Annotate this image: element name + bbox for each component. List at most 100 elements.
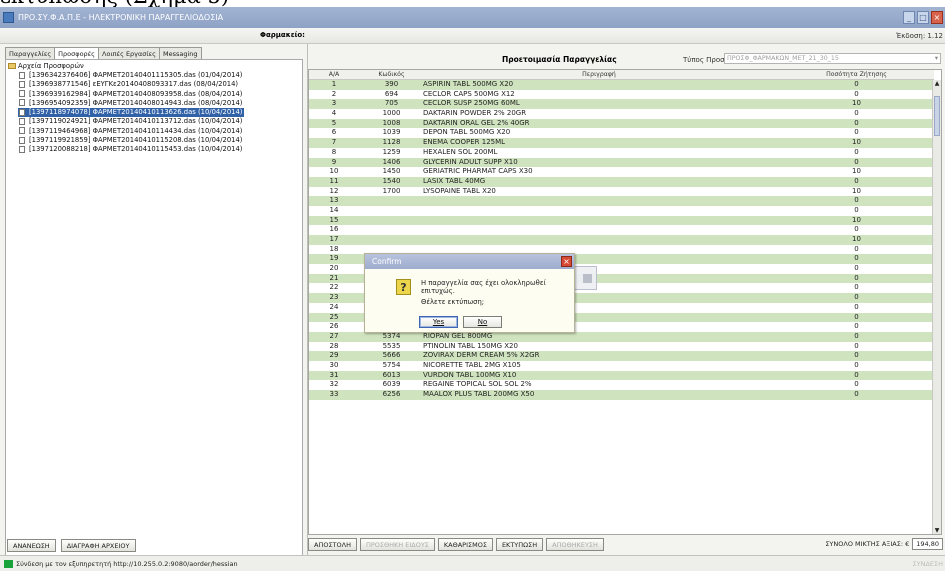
save-button[interactable]: ΑΠΟΘΗΚΕΥΣΗ	[546, 538, 604, 551]
table-row[interactable]: 5 1008 DAKTARIN ORAL GEL 2% 40GR 0	[309, 118, 934, 129]
add-item-button[interactable]: ΠΡΟΣΘΗΚΗ ΕΙΔΟΥΣ	[359, 538, 435, 551]
file-item[interactable]: [1396939162984] ΦΑΡΜΕΤ20140408093958.das…	[18, 90, 244, 99]
cell-quantity[interactable]: 10	[779, 187, 934, 197]
file-item[interactable]: [1397119921859] ΦΑΡΜΕΤ20140410115208.das…	[18, 136, 244, 145]
clear-button[interactable]: ΚΑΘΑΡΙΣΜΟΣ	[437, 538, 493, 551]
tree-root[interactable]: Αρχεία Προσφορών	[8, 62, 84, 70]
print-button[interactable]: ΕΚΤΥΠΩΣΗ	[495, 538, 544, 551]
cell-quantity[interactable]: 0	[779, 371, 934, 381]
table-row[interactable]: 8 1259 HEXALEN SOL 200ML 0	[309, 148, 934, 158]
order-header: Προετοιμασία Παραγγελίας Τύπος Προσφοράς…	[308, 52, 943, 68]
table-row[interactable]: 9 1406 GLYCERIN ADULT SUPP X10 0	[309, 157, 934, 168]
table-row[interactable]: 28 5535 PTINOLIN TABL 150MG X20 0	[309, 342, 934, 352]
file-item[interactable]: [1397119464968] ΦΑΡΜΕΤ20140410114434.das…	[18, 127, 244, 136]
table-row[interactable]: 17 10	[309, 235, 934, 245]
cell-quantity[interactable]: 0	[779, 177, 934, 187]
col-code[interactable]: Κωδικός	[364, 71, 419, 78]
scroll-up-icon[interactable]: ▲	[933, 80, 941, 88]
table-row[interactable]: 12 1700 LYSOPAINE TABL X20 10	[309, 187, 934, 197]
scroll-thumb[interactable]	[934, 96, 940, 136]
cell-quantity[interactable]: 0	[779, 322, 934, 332]
send-button[interactable]: ΑΠΟΣΤΟΛΗ	[308, 538, 357, 551]
cell-quantity[interactable]: 0	[779, 313, 934, 323]
cell-quantity[interactable]: 0	[779, 206, 934, 216]
cell-quantity[interactable]: 0	[779, 196, 934, 206]
file-item[interactable]: [1397119024921] ΦΑΡΜΕΤ20140410113712.das…	[18, 117, 244, 126]
cell-quantity[interactable]: 0	[779, 264, 934, 274]
col-quantity[interactable]: Ποσότητα Ζήτησης	[779, 71, 934, 78]
offer-type-select[interactable]: ΠΡΟΣΦ_ΦΑΡΜΑΚΩΝ_ΜΕΤ_21_30_15 ▾	[724, 53, 941, 64]
cell-quantity[interactable]: 0	[779, 332, 934, 342]
table-row[interactable]: 29 5666 ZOVIRAX DERM CREAM 5% X2GR 0	[309, 351, 934, 361]
cell-description: HEXALEN SOL 200ML	[423, 147, 498, 156]
cell-quantity[interactable]: 0	[779, 225, 934, 235]
table-row[interactable]: 16 0	[309, 225, 934, 235]
cell-quantity[interactable]: 0	[779, 283, 934, 293]
cell-quantity[interactable]: 0	[779, 148, 934, 158]
cell-quantity[interactable]: 10	[779, 138, 934, 148]
cell-code: 6039	[382, 380, 401, 389]
cell-quantity[interactable]: 0	[779, 158, 934, 168]
cell-quantity[interactable]: 0	[779, 245, 934, 255]
cell-quantity[interactable]: 0	[779, 274, 934, 284]
table-row[interactable]: 6 1039 DEPON TABL 500MG X20 0	[309, 128, 934, 138]
table-row[interactable]: 11 1540 LASIX TABL 40MG 0	[309, 176, 934, 187]
cell-quantity[interactable]: 0	[779, 254, 934, 264]
yes-button[interactable]: Yes	[419, 316, 458, 328]
cell-aa: 22	[329, 283, 339, 292]
table-row[interactable]: 13 0	[309, 196, 934, 206]
cell-quantity[interactable]: 10	[779, 167, 934, 177]
file-item[interactable]: [1396342376406] ΦΑΡΜΕΤ20140401115305.das…	[18, 71, 244, 80]
window-controls: _ □ ×	[903, 11, 943, 24]
dialog-close-icon[interactable]: ×	[561, 256, 572, 267]
file-item[interactable]: [1396938771546] εΕΥΓΚε20140408093317.das…	[18, 80, 244, 89]
table-row[interactable]: 31 6013 VURDON TABL 100MG X10 0	[309, 370, 934, 381]
table-row[interactable]: 4 1000 DAKTARIN POWDER 2% 20GR 0	[309, 109, 934, 119]
table-header: Α/Α Κωδικός Περιγραφή Ποσότητα Ζήτησης	[309, 70, 934, 80]
table-row[interactable]: 7 1128 ENEMA COOPER 125ML 10	[309, 138, 934, 148]
col-description[interactable]: Περιγραφή	[419, 71, 779, 78]
table-row[interactable]: 33 6256 MAALOX PLUS TABL 200MG X50 0	[309, 390, 934, 400]
table-row[interactable]: 15 10	[309, 215, 934, 226]
no-button[interactable]: No	[463, 316, 502, 328]
cell-quantity[interactable]: 0	[779, 380, 934, 390]
tab-messaging[interactable]: Messaging	[158, 47, 202, 59]
cell-quantity[interactable]: 10	[779, 216, 934, 226]
maximize-icon[interactable]: □	[917, 11, 929, 24]
cell-quantity[interactable]: 0	[779, 90, 934, 100]
vertical-scrollbar[interactable]: ▲ ▼	[932, 80, 941, 534]
cell-quantity[interactable]: 0	[779, 80, 934, 90]
cell-quantity[interactable]: 0	[779, 361, 934, 371]
table-row[interactable]: 3 705 CECLOR SUSP 250MG 60ML 10	[309, 99, 934, 110]
cell-quantity[interactable]: 0	[779, 128, 934, 138]
tab-orders[interactable]: Παραγγελίες	[5, 47, 56, 59]
table-row[interactable]: 14 0	[309, 206, 934, 216]
cell-quantity[interactable]: 0	[779, 390, 934, 400]
table-row[interactable]: 10 1450 GERIATRIC PHARMAT CAPS X30 10	[309, 167, 934, 177]
refresh-button[interactable]: ΑΝΑΝΕΩΣΗ	[7, 539, 56, 552]
file-item[interactable]: [1397120088218] ΦΑΡΜΕΤ20140410115453.das…	[18, 145, 244, 154]
cell-quantity[interactable]: 0	[779, 342, 934, 352]
delete-file-button[interactable]: ΔΙΑΓΡΑΦΗ ΑΡΧΕΙΟΥ	[60, 539, 136, 552]
cell-quantity[interactable]: 0	[779, 351, 934, 361]
cell-quantity[interactable]: 0	[779, 109, 934, 119]
table-row[interactable]: 30 5754 NICORETTE TABL 2MG X105 0	[309, 361, 934, 371]
file-item-selected[interactable]: [1397118974078] ΦΑΡΜΕΤ20140410113626.das…	[18, 108, 245, 118]
cell-description: MAALOX PLUS TABL 200MG X50	[423, 390, 535, 398]
cell-quantity[interactable]: 10	[779, 235, 934, 245]
table-row[interactable]: 2 694 CECLOR CAPS 500MG X12 0	[309, 90, 934, 100]
col-aa[interactable]: Α/Α	[309, 71, 359, 78]
cell-quantity[interactable]: 10	[779, 99, 934, 109]
cell-quantity[interactable]: 0	[779, 293, 934, 303]
minimize-icon[interactable]: _	[903, 11, 915, 24]
cell-aa: 20	[329, 264, 339, 273]
table-row[interactable]: 32 6039 REGAINE TOPICAL SOL SOL 2% 0	[309, 380, 934, 390]
scroll-down-icon[interactable]: ▼	[933, 527, 941, 534]
table-row[interactable]: 1 390 ASPIRIN TABL 500MG X20 0	[309, 80, 934, 90]
table-row[interactable]: 27 5374 RIOPAN GEL 800MG 0	[309, 331, 934, 342]
file-item[interactable]: [1396954092359] ΦΑΡΜΕΤ20140408014943.das…	[18, 99, 244, 108]
cell-quantity[interactable]: 0	[779, 303, 934, 313]
tab-other-tasks[interactable]: Λοιπές Εργασίες	[98, 47, 160, 59]
close-icon[interactable]: ×	[931, 11, 943, 24]
cell-quantity[interactable]: 0	[779, 119, 934, 129]
